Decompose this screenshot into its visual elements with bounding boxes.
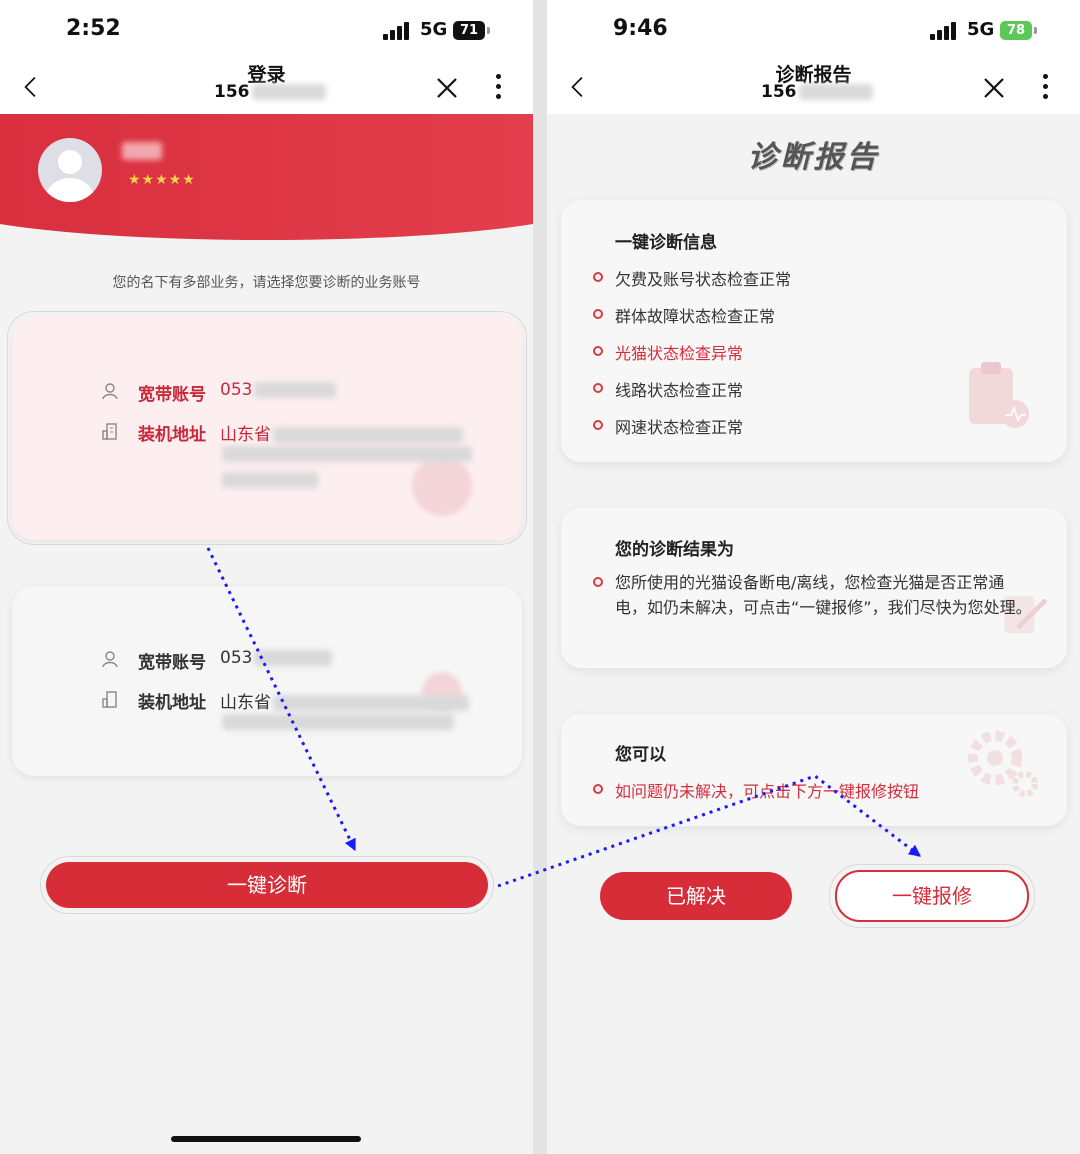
clipboard-icon: [969, 362, 1029, 428]
diagnosis-report-screen: 9:46 5G 78 诊断报告 156 诊断报告 一键诊断信息 欠费及账号状态检…: [547, 0, 1080, 1154]
address-label: 装机地址: [138, 693, 206, 713]
nav-bar: 登录 156: [0, 60, 533, 114]
select-account-hint: 您的名下有多部业务，请选择您要诊断的业务账号: [112, 275, 421, 291]
check-item: 线路状态检查正常: [592, 377, 743, 401]
home-indicator: [171, 1136, 361, 1142]
check-item: 群体故障状态检查正常: [592, 303, 775, 327]
diagnosis-result-card: 您的诊断结果为 您所使用的光猫设备断电/离线，您检查光猫是否正常通电，如仍未解决…: [561, 508, 1067, 668]
phone-masked: [251, 84, 326, 100]
battery-icon: 71: [453, 21, 490, 40]
building-icon: [102, 423, 117, 440]
check-item: 网速状态检查正常: [592, 414, 743, 438]
account-label: 宽带账号: [138, 385, 206, 405]
phone-masked: [798, 84, 873, 100]
solved-button[interactable]: 已解决: [600, 872, 792, 920]
address-value: 山东省: [220, 688, 469, 713]
battery-icon: 78: [1000, 21, 1037, 40]
nav-bar: 诊断报告 156: [547, 60, 1080, 114]
status-time: 9:46: [613, 16, 668, 41]
close-icon[interactable]: [435, 76, 459, 100]
phone-number: 156: [761, 82, 873, 102]
account-value: 053: [220, 380, 337, 400]
suggestion-card-title: 您可以: [615, 745, 666, 765]
result-text: 您所使用的光猫设备断电/离线，您检查光猫是否正常通电，如仍未解决，可点击“一键报…: [593, 570, 1035, 620]
phone-number: 156: [214, 82, 326, 102]
status-bar: 2:52 5G 71: [0, 0, 533, 60]
building-icon: [102, 691, 117, 708]
check-item-abnormal: 光猫状态检查异常: [592, 340, 743, 364]
check-item: 欠费及账号状态检查正常: [592, 266, 791, 290]
result-card-title: 您的诊断结果为: [615, 540, 734, 560]
signal-icon: [383, 22, 413, 40]
network-type: 5G: [420, 19, 448, 40]
address-label: 装机地址: [138, 425, 206, 445]
login-screen: 2:52 5G 71 登录 156 ★★★★★ 您的名下有多部业务，请选择您要诊…: [0, 0, 533, 1154]
one-click-diagnose-button[interactable]: 一键诊断: [40, 856, 494, 914]
suggestion-text: 如问题仍未解决，可点击下方一键报修按钮: [592, 778, 919, 802]
info-card-title: 一键诊断信息: [615, 233, 717, 253]
user-icon: [102, 383, 118, 400]
phone-prefix: 156: [761, 82, 797, 102]
more-icon[interactable]: [1041, 74, 1049, 102]
account-card[interactable]: 宽带账号 053 装机地址 山东省: [12, 586, 522, 776]
gear-icon: [968, 731, 1038, 797]
status-bar: 9:46 5G 78: [547, 0, 1080, 60]
more-icon[interactable]: [494, 74, 502, 102]
avatar: [38, 138, 102, 202]
account-label: 宽带账号: [138, 653, 206, 673]
suggestion-card: 您可以 如问题仍未解决，可点击下方一键报修按钮: [561, 714, 1067, 826]
account-card-selected[interactable]: 宽带账号 053 装机地址 山东省: [7, 311, 527, 545]
status-time: 2:52: [66, 16, 121, 41]
address-value: 山东省: [220, 420, 463, 445]
one-click-repair-button[interactable]: 一键报修: [829, 864, 1035, 928]
star-rating: ★★★★★: [128, 172, 196, 188]
star-rating-text: ★★★★★: [128, 172, 196, 188]
diagnosis-info-card: 一键诊断信息 欠费及账号状态检查正常 群体故障状态检查正常 光猫状态检查异常 线…: [561, 200, 1067, 462]
user-icon: [102, 651, 118, 668]
network-type: 5G: [967, 19, 995, 40]
user-name-masked: [122, 142, 162, 160]
account-value: 053: [220, 648, 333, 668]
phone-prefix: 156: [214, 82, 250, 102]
report-heading: 诊断报告: [747, 140, 880, 175]
close-icon[interactable]: [982, 76, 1006, 100]
signal-icon: [930, 22, 960, 40]
